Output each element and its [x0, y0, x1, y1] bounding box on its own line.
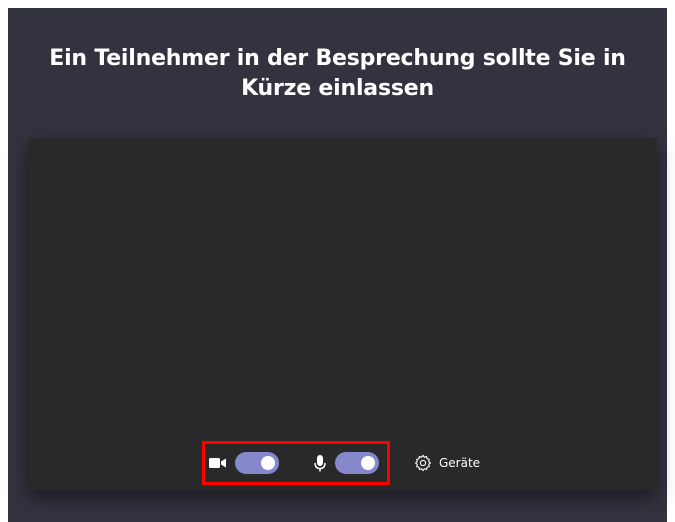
microphone-toggle[interactable] [335, 452, 379, 474]
devices-button[interactable]: Geräte [414, 451, 480, 475]
microphone-icon [313, 451, 327, 475]
devices-label: Geräte [439, 456, 481, 470]
pre-join-lobby: Ein Teilnehmer in der Besprechung sollte… [8, 8, 667, 522]
video-preview: Geräte [28, 138, 657, 490]
av-controls [208, 451, 379, 475]
camera-icon [208, 451, 228, 475]
camera-toggle[interactable] [235, 452, 279, 474]
microphone-toggle-knob [361, 456, 375, 470]
gear-icon [414, 454, 432, 472]
lobby-title: Ein Teilnehmer in der Besprechung sollte… [49, 46, 626, 101]
camera-toggle-knob [261, 456, 275, 470]
